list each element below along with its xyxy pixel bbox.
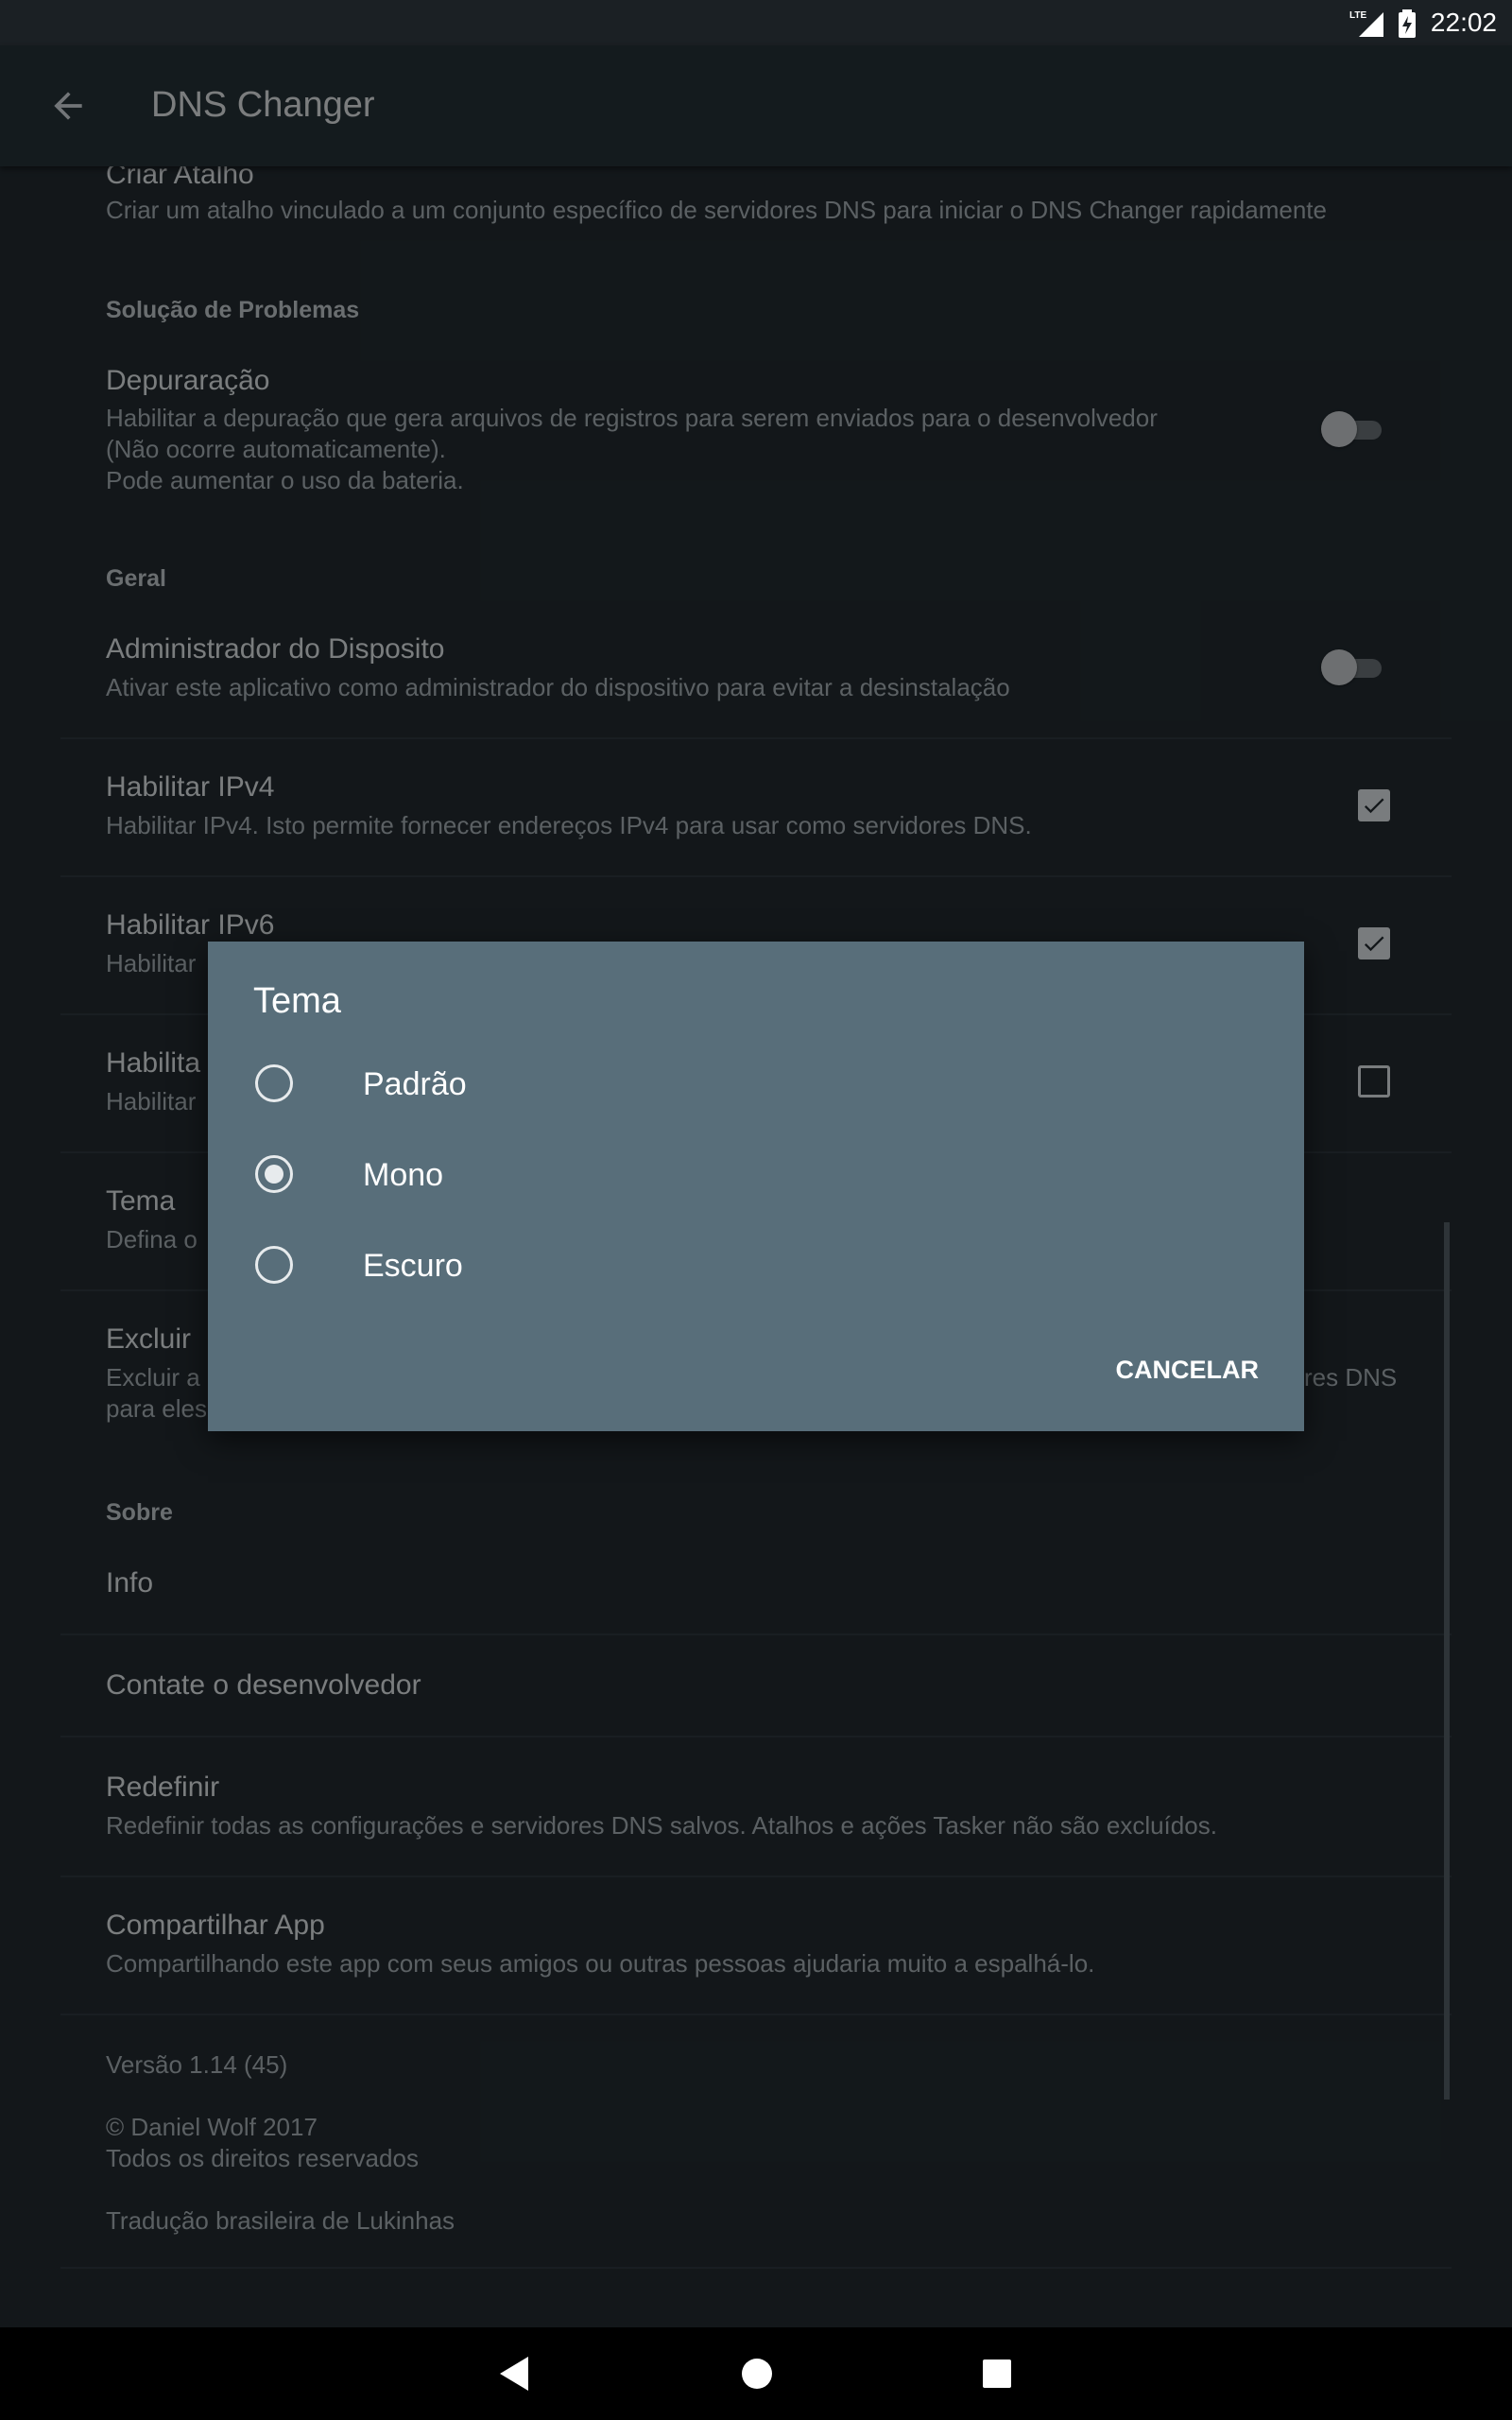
nav-home-icon[interactable]: [739, 2353, 775, 2399]
radio-button-selected[interactable]: [255, 1155, 293, 1193]
nav-recents-icon[interactable]: [981, 2353, 1013, 2399]
status-time: 22:02: [1430, 8, 1497, 37]
navigation-bar: [0, 2327, 1512, 2420]
radio-dot: [265, 1165, 284, 1184]
theme-option-mono[interactable]: Mono: [253, 1138, 915, 1214]
lte-signal-icon: LTE: [1349, 9, 1387, 42]
battery-charging-icon: [1399, 9, 1416, 43]
theme-option-escuro[interactable]: Escuro: [253, 1229, 915, 1305]
radio-button[interactable]: [255, 1064, 293, 1102]
option-label: Padrão: [363, 1066, 467, 1102]
theme-option-padrao[interactable]: Padrão: [253, 1047, 915, 1123]
radio-button[interactable]: [255, 1246, 293, 1284]
nav-back-icon[interactable]: [496, 2353, 534, 2399]
svg-text:LTE: LTE: [1349, 10, 1366, 21]
dialog-title: Tema: [253, 981, 341, 1021]
option-label: Mono: [363, 1157, 444, 1193]
cancel-button[interactable]: CANCELAR: [1116, 1356, 1260, 1385]
status-bar: LTE 22:02: [0, 0, 1512, 45]
option-label: Escuro: [363, 1248, 463, 1284]
theme-dialog: Tema Padrão Mono Escuro CANCELAR: [208, 942, 1304, 1431]
